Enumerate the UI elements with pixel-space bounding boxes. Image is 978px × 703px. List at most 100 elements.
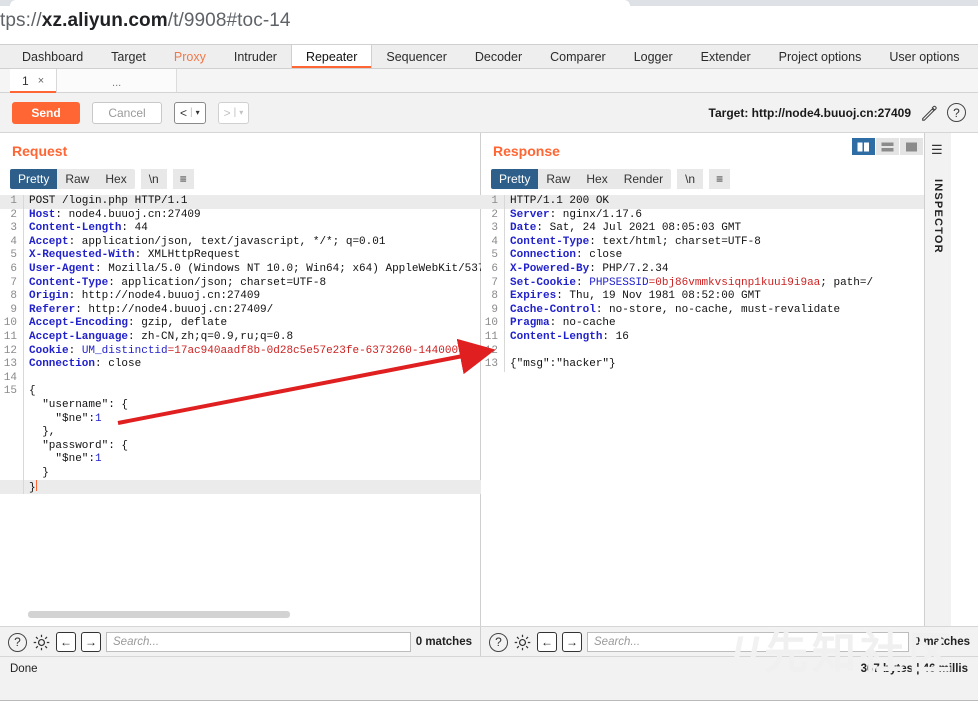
request-raw-button[interactable]: Raw: [57, 169, 98, 189]
code-line: 6 X-Powered-By: PHP/7.2.34: [481, 262, 951, 277]
line-number: 6: [481, 262, 505, 277]
main-tab-bar: Dashboard Target Proxy Intruder Repeater…: [0, 44, 978, 69]
request-title: Request: [12, 143, 68, 159]
cancel-button[interactable]: Cancel: [92, 101, 162, 124]
request-format-group: Pretty Raw Hex: [10, 169, 135, 189]
request-newline-button[interactable]: \n: [140, 169, 167, 189]
tab-sequencer[interactable]: Sequencer: [372, 45, 460, 68]
tab-intruder-label: Intruder: [233, 49, 277, 64]
line-number: 4: [481, 235, 505, 250]
tab-user-options[interactable]: User options: [875, 45, 973, 68]
code-line-text: X-Requested-With: XMLHttpRequest: [29, 249, 241, 262]
forward-button[interactable]: > | ▾: [217, 101, 250, 124]
repeater-tab-add[interactable]: ...: [57, 69, 178, 92]
search-next-button[interactable]: →: [562, 632, 582, 652]
layout-side-by-side-button[interactable]: [852, 138, 875, 155]
response-pretty-button[interactable]: Pretty: [491, 169, 539, 189]
request-hscrollbar[interactable]: [28, 611, 290, 618]
hamburger-icon[interactable]: ≡: [709, 169, 731, 189]
response-render-button[interactable]: Render: [615, 169, 672, 189]
code-line: }: [0, 466, 481, 481]
tab-decoder[interactable]: Decoder: [461, 45, 536, 68]
search-prev-button[interactable]: ←: [56, 632, 76, 652]
back-button[interactable]: < | ▾: [174, 101, 206, 124]
tab-sequencer-label: Sequencer: [386, 49, 447, 64]
browser-chrome: tps://xz.aliyun.com/t/9908#toc-14: [0, 0, 978, 46]
response-pane: Response Pretty Raw Hex Render \n ≡ 1 HTT…: [481, 133, 951, 626]
code-line-text: Content-Type: application/json; charset=…: [29, 276, 327, 289]
tab-dashboard[interactable]: Dashboard: [8, 45, 97, 68]
code-line-text: "username": {: [42, 398, 129, 411]
code-line-text: Referer: http://node4.buuoj.cn:27409/: [29, 303, 274, 316]
line-number: 10: [0, 317, 24, 331]
line-number: [0, 439, 24, 454]
code-line: 4 Accept: application/json, text/javascri…: [0, 235, 481, 250]
tab-proxy[interactable]: Proxy: [160, 45, 220, 68]
divider: |: [233, 107, 237, 118]
single-pane-icon: [906, 142, 917, 151]
line-number: 3: [481, 222, 505, 236]
collapse-icon[interactable]: ☰: [931, 142, 943, 158]
layout-single-button[interactable]: [900, 138, 923, 155]
gear-icon[interactable]: [513, 633, 532, 652]
help-icon[interactable]: ?: [8, 632, 27, 652]
response-editor[interactable]: 1 HTTP/1.1 200 OK 2 Server: nginx/1.17.6 3 Da…: [481, 195, 951, 613]
tab-project-options[interactable]: Project options: [765, 45, 876, 68]
request-pretty-button[interactable]: Pretty: [10, 169, 58, 189]
status-right: 367 bytes | 46 millis: [860, 663, 968, 675]
code-line-text: Accept-Encoding: gzip, deflate: [29, 317, 228, 330]
tab-comparer[interactable]: Comparer: [536, 45, 620, 68]
search-bars: ? ← → 0 matches ?: [0, 626, 978, 657]
request-hex-button[interactable]: Hex: [97, 169, 135, 189]
tab-user-options-label: User options: [889, 49, 960, 64]
code-line: 9 Cache-Control: no-store, no-cache, must…: [481, 303, 951, 318]
response-raw-button[interactable]: Raw: [538, 169, 579, 189]
line-number: 5: [481, 249, 505, 263]
code-line-text: Connection: close: [510, 249, 623, 262]
code-line-text: Connection: close: [29, 358, 142, 371]
tab-target[interactable]: Target: [97, 45, 160, 68]
code-line-text: X-Powered-By: PHP/7.2.34: [510, 262, 669, 275]
code-line-text: Cache-Control: no-store, no-cache, must-…: [510, 303, 841, 316]
pencil-icon[interactable]: [920, 104, 938, 122]
inspector-rail[interactable]: ☰ INSPECTOR: [924, 133, 951, 626]
request-editor[interactable]: 1 POST /login.php HTTP/1.1 2 Host: node4.bu…: [0, 195, 481, 613]
code-line: 3 Content-Length: 44: [0, 222, 481, 236]
search-prev-button[interactable]: ←: [537, 632, 557, 652]
search-next-button[interactable]: →: [81, 632, 101, 652]
close-icon[interactable]: ×: [38, 75, 44, 87]
code-line-text: Accept-Language: zh-CN,zh;q=0.9,ru;q=0.8: [29, 330, 294, 343]
send-button[interactable]: Send: [12, 101, 80, 124]
tab-extender-label: Extender: [700, 49, 751, 64]
request-matches-count: 0 matches: [415, 636, 472, 648]
request-search-input[interactable]: [106, 632, 411, 652]
response-search-input[interactable]: [587, 632, 909, 652]
code-line: 1 HTTP/1.1 200 OK: [481, 195, 951, 209]
code-line-text: Content-Type: text/html; charset=UTF-8: [510, 235, 761, 248]
tab-extender[interactable]: Extender: [687, 45, 765, 68]
code-line: "username": {: [0, 398, 481, 413]
repeater-tab-1[interactable]: 1 ×: [10, 69, 58, 93]
tab-logger[interactable]: Logger: [620, 45, 687, 68]
layout-stacked-button[interactable]: [876, 138, 899, 155]
chevron-left-icon: <: [180, 105, 188, 120]
code-line-text: Cookie: UM_distinctid=17ac940aadf8b-0d28…: [29, 344, 481, 357]
browser-url-bar[interactable]: tps://xz.aliyun.com/t/9908#toc-14: [0, 10, 291, 40]
line-number: 1: [481, 195, 505, 209]
code-line: 13 Connection: close: [0, 358, 481, 372]
code-line: 1 POST /login.php HTTP/1.1: [0, 195, 481, 209]
code-line: 4 Content-Type: text/html; charset=UTF-8: [481, 235, 951, 250]
tab-repeater[interactable]: Repeater: [290, 44, 373, 68]
line-number: 2: [0, 208, 24, 223]
help-icon[interactable]: ?: [489, 632, 508, 652]
response-newline-button[interactable]: \n: [677, 169, 704, 189]
code-line: 5 Connection: close: [481, 249, 951, 263]
tab-proxy-label: Proxy: [173, 49, 206, 64]
gear-icon[interactable]: [32, 633, 51, 652]
response-hex-button[interactable]: Hex: [578, 169, 616, 189]
help-icon[interactable]: ?: [947, 103, 966, 122]
line-number: [0, 480, 24, 495]
hamburger-icon[interactable]: ≡: [172, 169, 194, 189]
tab-intruder[interactable]: Intruder: [220, 45, 291, 68]
code-line: 12 Cookie: UM_distinctid=17ac940aadf8b-0d…: [0, 344, 481, 359]
